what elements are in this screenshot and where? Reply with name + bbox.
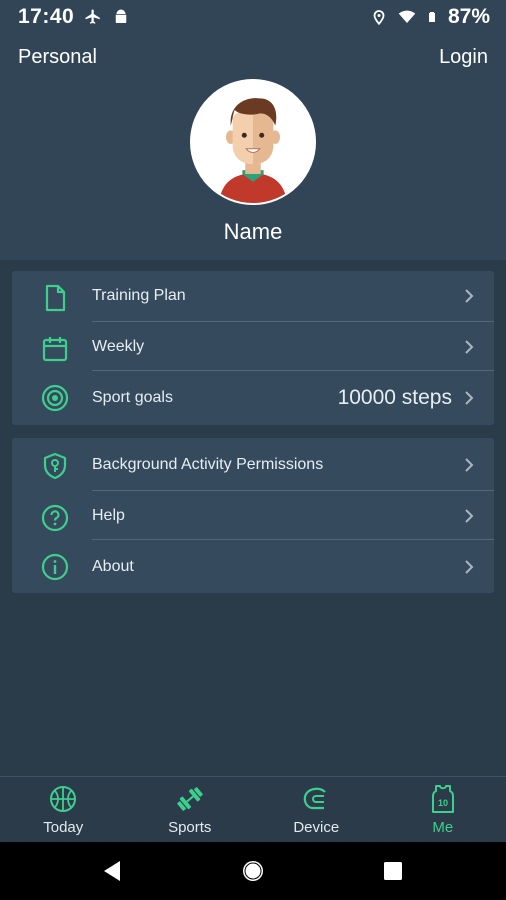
recents-icon[interactable] [381, 859, 405, 883]
menu-card-settings: Background Activity Permissions Help Abo… [12, 438, 494, 593]
back-icon[interactable] [100, 859, 124, 883]
nav-tab-me[interactable]: 10 Me [380, 777, 506, 843]
menu-item-background-permissions[interactable]: Background Activity Permissions [12, 438, 494, 491]
menu-item-about[interactable]: About [12, 540, 494, 593]
menu-item-help[interactable]: Help [12, 491, 494, 540]
nav-tab-device[interactable]: Device [253, 777, 380, 843]
system-nav-bar [0, 842, 506, 900]
android-icon [115, 9, 127, 23]
home-icon[interactable] [241, 859, 265, 883]
sport-goal-value: 10000 steps [337, 386, 452, 409]
target-icon [41, 384, 69, 412]
battery-percent: 87% [447, 5, 490, 28]
chevron-right-icon [465, 560, 474, 574]
menu-label: About [92, 558, 134, 575]
shield-key-icon [43, 452, 67, 480]
chevron-right-icon [465, 391, 474, 405]
bottom-nav: Today Sports Device 10 Me [0, 776, 506, 843]
info-icon [41, 553, 69, 581]
band-icon [303, 787, 327, 810]
avatar[interactable] [190, 79, 316, 205]
menu-label: Training Plan [92, 287, 186, 304]
nav-tab-sports[interactable]: Sports [127, 777, 254, 843]
nav-label: Device [293, 819, 340, 836]
nav-label: Sports [168, 819, 212, 836]
nav-tab-today[interactable]: Today [0, 777, 127, 843]
avatar-illustration-icon [192, 81, 314, 203]
status-bar: 17:40 87% [0, 0, 506, 34]
menu-item-training-plan[interactable]: Training Plan [12, 271, 494, 322]
status-time: 17:40 [18, 5, 75, 28]
nav-label: Me [432, 819, 454, 836]
battery-icon [428, 12, 435, 22]
chevron-right-icon [465, 289, 474, 303]
jersey-icon: 10 [431, 785, 454, 813]
menu-label: Sport goals [92, 389, 173, 406]
menu-label: Background Activity Permissions [92, 456, 324, 473]
menu-item-weekly[interactable]: Weekly [12, 322, 494, 371]
chevron-right-icon [465, 509, 474, 523]
nav-label: Today [43, 819, 84, 836]
wifi-icon [398, 10, 416, 23]
location-icon [373, 10, 385, 26]
document-icon [45, 284, 66, 312]
menu-label: Help [92, 507, 125, 524]
chevron-right-icon [465, 458, 474, 472]
menu-card-training: Training Plan Weekly Sport goals 10000 s… [12, 271, 494, 425]
dumbbell-icon [176, 787, 203, 811]
login-button[interactable]: Login [439, 46, 488, 69]
basketball-icon [50, 786, 77, 812]
svg-text:10: 10 [438, 798, 448, 808]
chevron-right-icon [465, 340, 474, 354]
airplane-icon [85, 9, 100, 24]
personal-label: Personal [18, 46, 97, 68]
user-name: Name [223, 219, 283, 244]
profile-header: Personal Login Name [0, 34, 506, 260]
calendar-icon [42, 337, 68, 362]
menu-label: Weekly [92, 338, 145, 355]
help-icon [41, 504, 69, 532]
menu-item-sport-goals[interactable]: Sport goals 10000 steps [12, 371, 494, 425]
